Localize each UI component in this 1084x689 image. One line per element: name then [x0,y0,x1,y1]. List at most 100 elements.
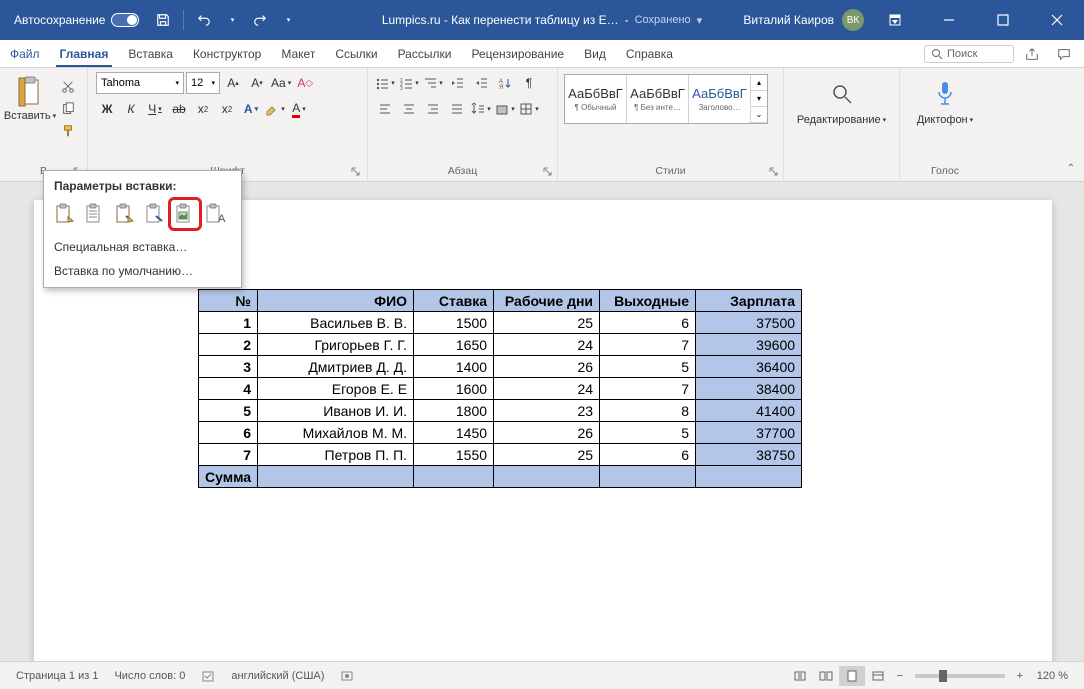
bullets-icon[interactable]: ▾ [374,72,396,94]
numbering-icon[interactable]: 123▾ [398,72,420,94]
format-painter-icon[interactable] [58,122,78,140]
line-spacing-icon[interactable]: ▾ [470,98,492,120]
highlight-icon[interactable]: ▾ [264,98,286,120]
tab-design[interactable]: Конструктор [183,40,271,67]
shrink-font-icon[interactable]: A▾ [246,72,268,94]
share-button[interactable] [1018,43,1046,65]
spell-check-icon[interactable] [193,669,223,683]
tab-layout[interactable]: Макет [271,40,325,67]
cut-icon[interactable] [58,78,78,96]
paste-picture-icon[interactable] [170,199,200,229]
close-button[interactable] [1034,0,1080,40]
dialog-launcher-icon[interactable] [769,167,779,177]
font-name-selector[interactable]: Tahoma▾ [96,72,184,94]
autosave-control[interactable]: Автосохранение [0,13,139,27]
qat-more-icon[interactable]: ▾ [276,8,300,32]
table-header-row: № ФИО Ставка Рабочие дни Выходные Зарпла… [199,290,802,312]
dialog-launcher-icon[interactable] [543,167,553,177]
paste-default-item[interactable]: Вставка по умолчанию… [44,259,241,283]
tab-file[interactable]: Файл [0,40,50,67]
justify-icon[interactable] [446,98,468,120]
shading-icon[interactable]: ▾ [494,98,516,120]
doc-title-chevron-icon[interactable]: ▾ [697,14,703,27]
tab-view[interactable]: Вид [574,40,616,67]
sort-icon[interactable]: AЯ [494,72,516,94]
web-layout-icon[interactable] [865,666,891,686]
tab-mailings[interactable]: Рассылки [388,40,462,67]
increase-indent-icon[interactable] [470,72,492,94]
editing-button[interactable]: Редактирование▾ [789,72,894,126]
subscript-button[interactable]: x2 [192,98,214,120]
tab-insert[interactable]: Вставка [118,40,183,67]
borders-icon[interactable]: ▾ [518,98,540,120]
tab-review[interactable]: Рецензирование [461,40,574,67]
zoom-level[interactable]: 120 % [1029,670,1076,682]
minimize-button[interactable] [926,0,972,40]
svg-text:Я: Я [499,85,503,90]
print-layout-icon[interactable] [839,666,865,686]
change-case-icon[interactable]: Aa▾ [270,72,292,94]
superscript-button[interactable]: x2 [216,98,238,120]
zoom-slider[interactable] [915,674,1005,678]
maximize-button[interactable] [980,0,1026,40]
font-size-selector[interactable]: 12▾ [186,72,220,94]
redo-icon[interactable] [248,8,272,32]
tab-help[interactable]: Справка [616,40,683,67]
table-row: 5Иванов И. И.180023841400 [199,400,802,422]
collapse-ribbon-icon[interactable]: ⌃ [1062,159,1080,177]
paste-special-item[interactable]: Специальная вставка… [44,235,241,259]
paste-button[interactable]: Вставить▾ [6,72,54,122]
align-left-icon[interactable] [374,98,396,120]
paste-link-keep-source-icon[interactable] [110,199,140,229]
decrease-indent-icon[interactable] [446,72,468,94]
style-gallery[interactable]: АаБбВвГ¶ Обычный АаБбВвГ¶ Без инте… АаБб… [564,74,768,124]
show-marks-icon[interactable]: ¶ [518,72,540,94]
undo-more-icon[interactable]: ▾ [220,8,244,32]
language-indicator[interactable]: английский (США) [223,670,332,682]
document-status: Сохранено [635,14,691,26]
word-count[interactable]: Число слов: 0 [106,670,193,682]
style-gallery-scroll[interactable]: ▴▾⌄ [751,75,767,123]
status-bar: Страница 1 из 1 Число слов: 0 английский… [0,661,1084,689]
tab-references[interactable]: Ссылки [325,40,387,67]
align-center-icon[interactable] [398,98,420,120]
paste-options-menu: Параметры вставки: A Специальная вставка… [43,170,242,288]
grow-font-icon[interactable]: A▴ [222,72,244,94]
paste-keep-source-icon[interactable] [50,199,80,229]
paste-use-destination-icon[interactable] [80,199,110,229]
underline-button[interactable]: Ч▾ [144,98,166,120]
zoom-in-button[interactable]: + [1011,667,1029,685]
copy-icon[interactable] [58,100,78,118]
ribbon-display-options-icon[interactable] [872,0,918,40]
text-effects-icon[interactable]: A▾ [240,98,262,120]
zoom-out-button[interactable]: − [891,667,909,685]
read-mode-icon[interactable] [813,666,839,686]
bold-button[interactable]: Ж [96,98,118,120]
user-avatar[interactable]: ВК [842,9,864,31]
multilevel-list-icon[interactable]: ▾ [422,72,444,94]
paste-text-only-icon[interactable]: A [200,199,230,229]
autosave-label: Автосохранение [14,13,105,27]
paste-link-use-destination-icon[interactable] [140,199,170,229]
style-heading1[interactable]: АаБбВвГЗаголово… [689,75,751,123]
font-color-icon[interactable]: A▾ [288,98,310,120]
align-right-icon[interactable] [422,98,444,120]
italic-button[interactable]: К [120,98,142,120]
search-box[interactable]: Поиск [924,45,1014,63]
dictate-button[interactable]: Диктофон▾ [909,72,981,126]
clear-formatting-icon[interactable]: A◇ [294,72,316,94]
undo-icon[interactable] [192,8,216,32]
save-icon[interactable] [151,8,175,32]
strikethrough-button[interactable]: ab [168,98,190,120]
style-no-spacing[interactable]: АаБбВвГ¶ Без инте… [627,75,689,123]
style-normal[interactable]: АаБбВвГ¶ Обычный [565,75,627,123]
tab-home[interactable]: Главная [50,40,119,67]
page-indicator[interactable]: Страница 1 из 1 [8,670,106,682]
focus-mode-icon[interactable] [787,666,813,686]
user-name: Виталий Каиров [743,13,834,27]
macro-record-icon[interactable] [332,669,362,683]
comments-button[interactable] [1050,43,1078,65]
dialog-launcher-icon[interactable] [351,167,361,177]
data-table[interactable]: № ФИО Ставка Рабочие дни Выходные Зарпла… [198,289,802,488]
autosave-toggle[interactable] [111,13,139,27]
